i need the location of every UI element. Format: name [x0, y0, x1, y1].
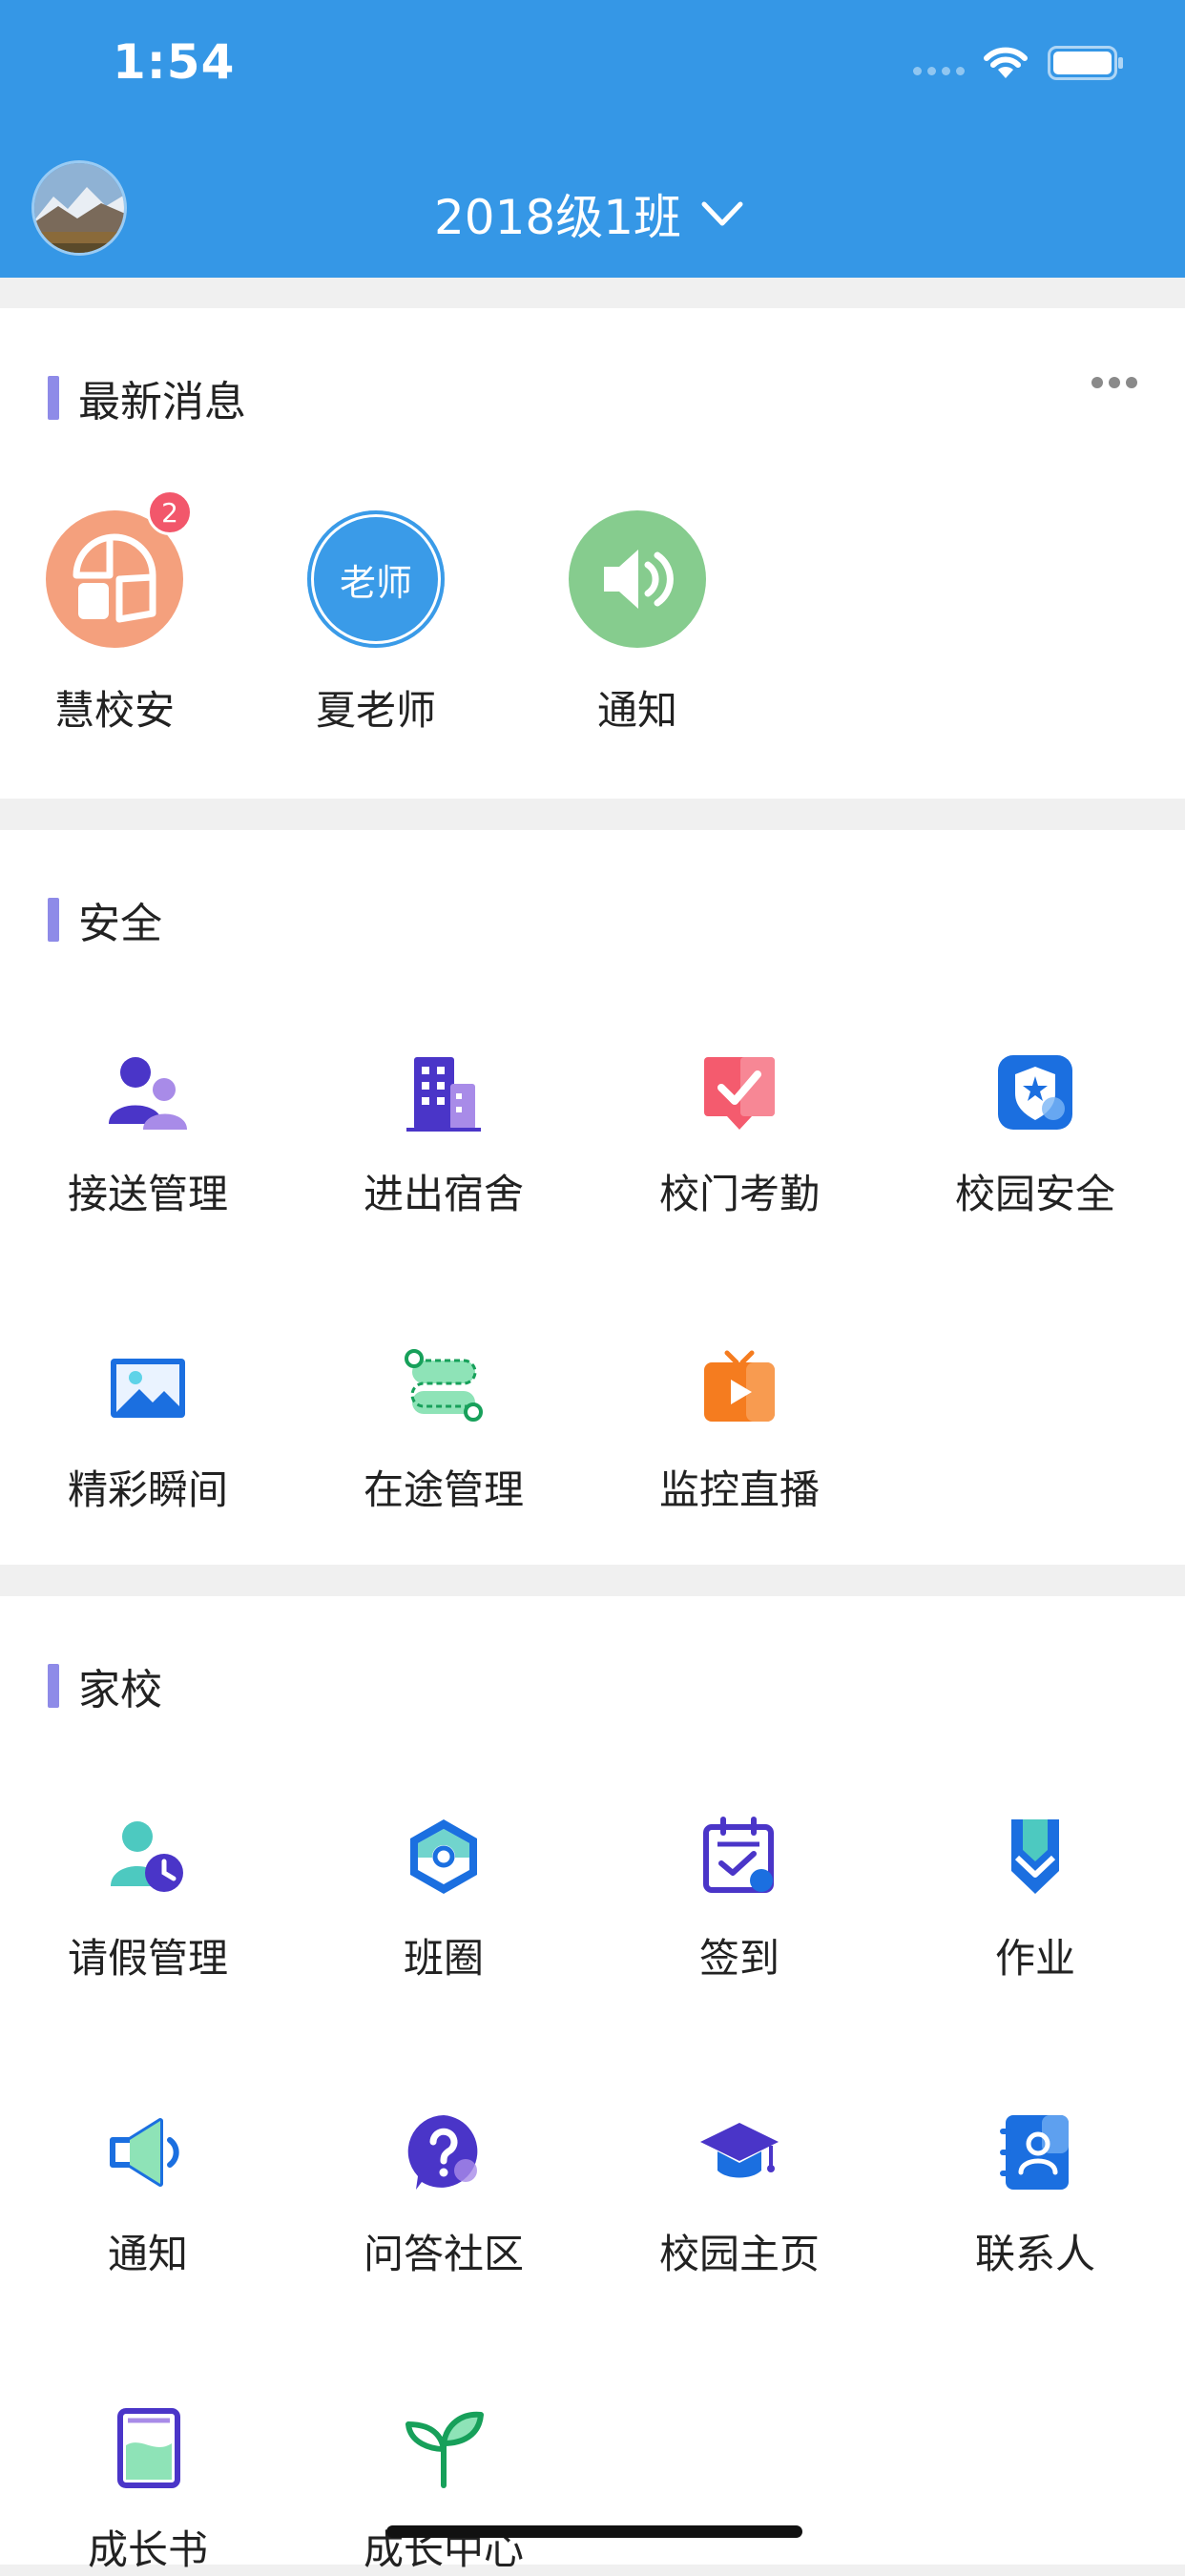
- grid-item-live-monitor[interactable]: 监控直播: [592, 1347, 887, 1516]
- graduation-cap-icon: [700, 2123, 779, 2178]
- grid-item-label: 问答社区: [363, 2231, 524, 2277]
- grid-item-pickup[interactable]: 接送管理: [0, 1051, 296, 1220]
- route-tracking-icon: [405, 1349, 483, 1422]
- class-circle-icon: [410, 1819, 477, 1894]
- grid-item-label: 接送管理: [67, 1171, 228, 1217]
- news-item-label: 通知: [596, 687, 677, 734]
- grid-item-qa-community[interactable]: 问答社区: [296, 2111, 592, 2280]
- grid-item-route[interactable]: 在途管理: [296, 1347, 592, 1516]
- section-accent-bar: [48, 1664, 59, 1708]
- grid-item-gate-attendance[interactable]: 校门考勤: [592, 1051, 887, 1220]
- grid-item-label: 联系人: [974, 2231, 1095, 2277]
- section-title-text: 最新消息: [78, 378, 246, 426]
- safety-section: 安全 接送管理 进出宿舍 校门考勤 校园安全 精彩瞬间 在途管理 监控直播: [0, 830, 1185, 1565]
- home-indicator[interactable]: [386, 2525, 802, 2538]
- dormitory-building-icon: [406, 1057, 481, 1132]
- grid-item-campus-safety[interactable]: 校园安全: [887, 1051, 1183, 1220]
- status-time: 1:54: [113, 34, 236, 90]
- news-avatar: [569, 510, 706, 648]
- attendance-check-icon: [704, 1057, 775, 1130]
- news-item-label: 夏老师: [315, 687, 436, 734]
- teacher-avatar-text: 老师: [339, 561, 412, 604]
- section-title-text: 家校: [78, 1666, 162, 1714]
- class-name: 2018级1班: [434, 190, 682, 245]
- grid-item-notice[interactable]: 通知: [0, 2111, 296, 2280]
- campus-shield-icon: [998, 1055, 1072, 1130]
- grid-item-label: 精彩瞬间: [67, 1466, 228, 1513]
- latest-news-section: 最新消息 2 慧校安 老师 夏老师 通知: [0, 308, 1185, 799]
- grid-item-class-circle[interactable]: 班圈: [296, 1816, 592, 1984]
- section-title-text: 安全: [78, 900, 162, 948]
- growth-book-icon: [117, 2408, 180, 2488]
- photo-moment-icon: [111, 1359, 185, 1418]
- class-selector[interactable]: 2018级1班: [434, 179, 746, 248]
- grid-item-label: 作业: [994, 1935, 1075, 1982]
- section-title-safety: 安全: [48, 889, 162, 950]
- battery-icon: [1048, 46, 1123, 80]
- news-item-notice[interactable]: 通知: [542, 510, 733, 737]
- homework-pen-icon: [1011, 1819, 1059, 1894]
- grid-item-moments[interactable]: 精彩瞬间: [0, 1347, 296, 1516]
- section-title-news: 最新消息: [48, 367, 246, 428]
- grid-item-label: 校园主页: [658, 2231, 820, 2277]
- news-item-label: 慧校安: [53, 687, 175, 734]
- grid-item-label: 请假管理: [67, 1935, 228, 1982]
- more-icon[interactable]: [1090, 375, 1139, 390]
- news-item-huixiaoan[interactable]: 2 慧校安: [19, 489, 210, 737]
- contact-book-icon: [1000, 2115, 1069, 2190]
- checkin-calendar-icon: [703, 1817, 774, 1893]
- news-item-teacher-xia[interactable]: 老师 夏老师: [281, 510, 471, 737]
- grid-item-homework[interactable]: 作业: [887, 1816, 1183, 1984]
- question-bubble-icon: [407, 2115, 478, 2190]
- sprout-icon: [405, 2411, 484, 2488]
- teacher-avatar: 老师: [307, 510, 445, 648]
- news-avatar: 2: [46, 489, 193, 648]
- grid-item-campus-home[interactable]: 校园主页: [592, 2111, 887, 2280]
- home-school-section: 家校 请假管理 班圈 签到 作业 通知 问答社区 校园主页 联系人 成长书 成长…: [0, 1596, 1185, 2573]
- pickup-people-icon: [109, 1057, 187, 1130]
- grid-item-growth-book[interactable]: 成长书: [0, 2407, 296, 2576]
- grid-item-leave[interactable]: 请假管理: [0, 1816, 296, 1984]
- section-accent-bar: [48, 376, 59, 420]
- chevron-down-icon: [701, 201, 743, 226]
- grid-item-label: 校园安全: [954, 1171, 1115, 1217]
- grid-item-label: 通知: [107, 2231, 188, 2277]
- section-accent-bar: [48, 898, 59, 942]
- section-title-home-school: 家校: [48, 1655, 162, 1716]
- cellular-signal-icon: [913, 67, 965, 75]
- megaphone-icon: [110, 2118, 179, 2187]
- user-avatar[interactable]: [31, 160, 127, 256]
- grid-item-label: 进出宿舍: [363, 1171, 524, 1217]
- grid-item-growth-center[interactable]: 成长中心: [296, 2407, 592, 2576]
- grid-item-label: 校门考勤: [658, 1171, 820, 1217]
- grid-item-label: 在途管理: [363, 1466, 524, 1513]
- grid-item-label: 班圈: [403, 1935, 484, 1982]
- grid-item-dormitory[interactable]: 进出宿舍: [296, 1051, 592, 1220]
- live-tv-icon: [704, 1350, 775, 1422]
- grid-item-checkin[interactable]: 签到: [592, 1816, 887, 1984]
- grid-item-contacts[interactable]: 联系人: [887, 2111, 1183, 2280]
- leave-clock-icon: [111, 1821, 183, 1892]
- school-shield-icon: [73, 533, 156, 623]
- unread-badge: 2: [147, 489, 193, 535]
- grid-item-label: 监控直播: [658, 1466, 820, 1513]
- speaker-icon: [604, 550, 674, 609]
- grid-item-label: 签到: [698, 1935, 780, 1982]
- app-header: 1:54 2018级1班: [0, 0, 1185, 278]
- grid-item-label: 成长书: [87, 2526, 208, 2573]
- wifi-icon: [984, 47, 1028, 78]
